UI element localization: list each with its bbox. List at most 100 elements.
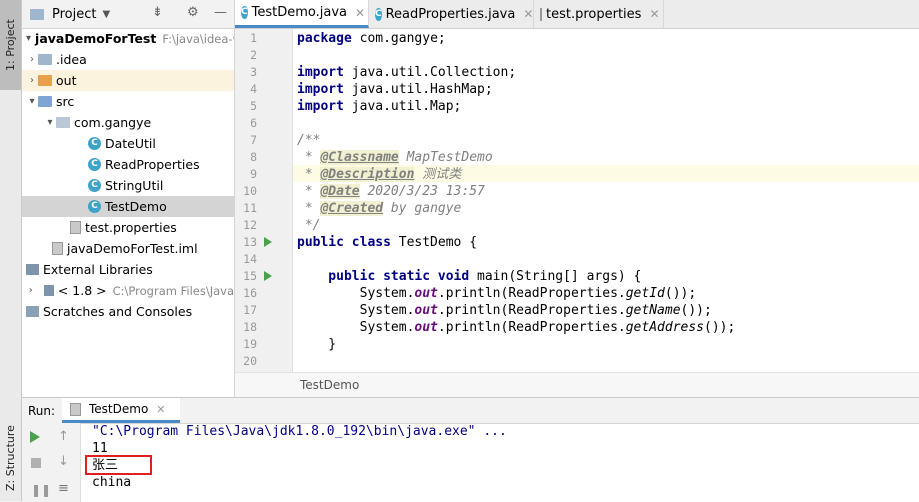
gear-icon[interactable]: ⚙: [187, 5, 199, 20]
tree-item-label: Scratches and Consoles: [43, 304, 193, 319]
java-class-icon: C: [88, 200, 101, 213]
left-tool-strip: 1: Project Z: Structure: [0, 0, 22, 501]
tree-item-label: External Libraries: [43, 262, 153, 277]
code-line: * @Created by gangye: [297, 201, 462, 216]
tree-item-dateutil[interactable]: C DateUtil: [22, 133, 234, 154]
tree-item-label: javaDemoForTest.iml: [67, 241, 198, 256]
structure-tool-tab[interactable]: Z: Structure: [0, 415, 21, 501]
folder-icon: [38, 75, 52, 86]
code-line: System.out.println(ReadProperties.getId(…: [297, 286, 697, 301]
up-arrow-icon[interactable]: ↑: [58, 429, 69, 444]
tab-test-properties[interactable]: test.properties ✕: [534, 0, 664, 28]
editor-tab-bar: C TestDemo.java ✕ C ReadProperties.java …: [235, 0, 919, 29]
close-icon[interactable]: ✕: [523, 7, 533, 21]
soft-wrap-icon[interactable]: ≡: [58, 481, 69, 496]
run-config-icon: [70, 402, 81, 416]
project-panel: Project ▼ ⇟ ⚙ — ▾ javaDemoForTest F:\jav…: [22, 0, 235, 397]
tab-readproperties-java[interactable]: C ReadProperties.java ✕: [369, 0, 534, 28]
chevron-right-icon[interactable]: ›: [26, 285, 36, 296]
tree-item-testdemo[interactable]: C TestDemo: [22, 196, 234, 217]
chevron-right-icon[interactable]: ›: [26, 54, 38, 65]
code-line: */: [297, 218, 321, 233]
hide-icon[interactable]: —: [214, 5, 227, 20]
close-icon[interactable]: ✕: [649, 7, 659, 21]
java-class-icon: C: [88, 158, 101, 171]
chevron-down-icon[interactable]: ▼: [102, 9, 110, 20]
run-class-icon[interactable]: [264, 237, 272, 247]
project-panel-title[interactable]: Project: [52, 7, 96, 22]
run-panel-header: Run: TestDemo ✕: [22, 398, 919, 424]
line-number: 15: [243, 269, 257, 283]
project-tool-tab[interactable]: 1: Project: [0, 0, 21, 90]
run-tab-testdemo[interactable]: TestDemo ✕: [62, 398, 180, 423]
line-number: 5: [250, 99, 257, 113]
tree-item-label: javaDemoForTest: [35, 31, 157, 46]
stop-icon[interactable]: [31, 458, 41, 468]
line-number: 2: [250, 48, 257, 62]
line-number: 9: [250, 167, 257, 181]
line-number: 4: [250, 82, 257, 96]
tree-item-label: src: [56, 94, 75, 109]
java-class-icon: C: [375, 7, 382, 21]
java-class-icon: C: [241, 6, 248, 19]
run-main-icon[interactable]: [264, 271, 272, 281]
chevron-right-icon[interactable]: ›: [26, 75, 38, 86]
chevron-down-icon[interactable]: ▾: [26, 96, 38, 107]
rerun-icon[interactable]: [30, 431, 40, 443]
editor-gutter: 1 2 3 4 5 6 7 8 9 10 11 12 13 14 15 16 1…: [235, 29, 293, 372]
chevron-down-icon[interactable]: ▾: [26, 33, 31, 44]
close-icon[interactable]: ✕: [355, 6, 365, 20]
collapse-all-icon[interactable]: ⇟: [152, 5, 163, 20]
code-line: public static void main(String[] args) {: [297, 269, 642, 284]
jdk-icon: [43, 285, 54, 296]
code-line: import java.util.Collection;: [297, 65, 517, 80]
down-arrow-icon[interactable]: ↓: [58, 454, 69, 469]
code-line: System.out.println(ReadProperties.getAdd…: [297, 320, 736, 335]
tab-testdemo-java[interactable]: C TestDemo.java ✕: [235, 0, 369, 28]
tree-item-jdk[interactable]: › < 1.8 > C:\Program Files\Java: [22, 280, 234, 301]
code-line: System.out.println(ReadProperties.getNam…: [297, 303, 712, 318]
line-number: 20: [243, 354, 257, 368]
tree-item-label: out: [56, 73, 77, 88]
tree-item-stringutil[interactable]: C StringUtil: [22, 175, 234, 196]
tree-item-project-root[interactable]: ▾ javaDemoForTest F:\java\idea-w: [22, 28, 234, 49]
code-editor[interactable]: 1 2 3 4 5 6 7 8 9 10 11 12 13 14 15 16 1…: [235, 29, 919, 372]
line-number: 8: [250, 150, 257, 164]
code-line: * @Date 2020/3/23 13:57: [297, 184, 485, 199]
console-line: "C:\Program Files\Java\jdk1.8.0_192\bin\…: [92, 424, 507, 439]
library-icon: [26, 264, 39, 275]
tree-item-scratches[interactable]: Scratches and Consoles: [22, 301, 234, 322]
run-tab-label: TestDemo: [89, 402, 149, 416]
tree-item-label: DateUtil: [105, 136, 156, 151]
folder-icon: [38, 54, 52, 65]
tree-item-label: StringUtil: [105, 178, 164, 193]
tab-label: test.properties: [546, 6, 642, 22]
tree-item-readproperties[interactable]: C ReadProperties: [22, 154, 234, 175]
java-class-icon: C: [88, 137, 101, 150]
console-line: china: [92, 475, 132, 490]
properties-file-icon: [70, 221, 81, 234]
project-panel-header: Project ▼ ⇟ ⚙ —: [22, 0, 234, 29]
tree-item-test-properties[interactable]: test.properties: [22, 217, 234, 238]
tree-item-label: .idea: [56, 52, 87, 67]
code-line: * @Description 测试类: [297, 167, 462, 182]
tree-item-package[interactable]: ▾ com.gangye: [22, 112, 234, 133]
tree-item-label: test.properties: [85, 220, 177, 235]
line-number: 6: [250, 116, 257, 130]
code-line: import java.util.HashMap;: [297, 82, 493, 97]
code-line: import java.util.Map;: [297, 99, 462, 114]
tree-item-idea[interactable]: › .idea: [22, 49, 234, 70]
project-icon: [30, 8, 44, 20]
tree-item-out[interactable]: › out: [22, 70, 234, 91]
tree-item-src[interactable]: ▾ src: [22, 91, 234, 112]
breadcrumb-item[interactable]: TestDemo: [300, 378, 359, 392]
tab-label: TestDemo.java: [251, 5, 347, 20]
chevron-down-icon[interactable]: ▾: [44, 117, 56, 128]
close-icon[interactable]: ✕: [156, 403, 165, 416]
pause-icon[interactable]: ❚❚: [31, 483, 51, 497]
line-number: 18: [243, 320, 257, 334]
tree-item-external-libraries[interactable]: External Libraries: [22, 259, 234, 280]
tree-item-iml[interactable]: javaDemoForTest.iml: [22, 238, 234, 259]
line-number: 1: [250, 31, 257, 45]
breadcrumb: TestDemo: [235, 372, 919, 398]
